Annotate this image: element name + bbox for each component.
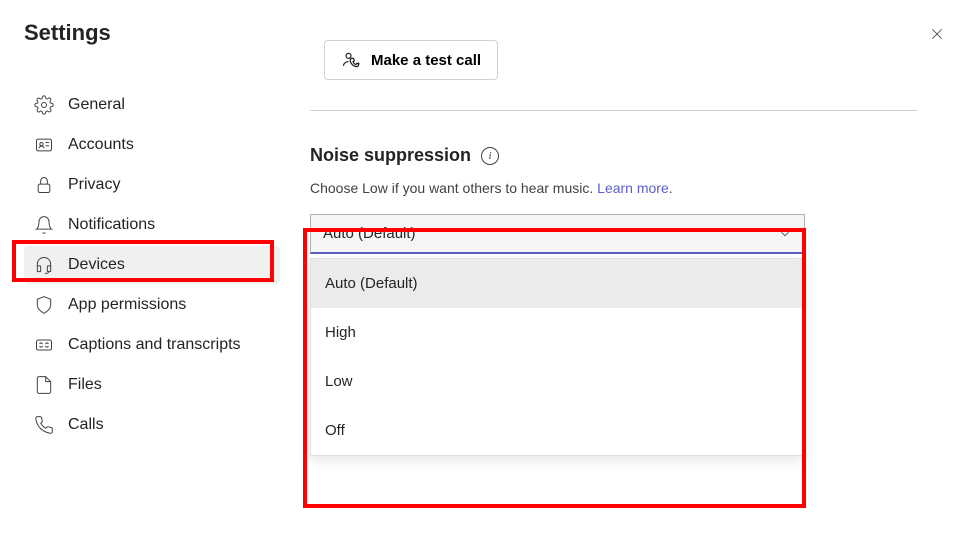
- learn-more-link[interactable]: Learn more: [597, 180, 669, 196]
- dropdown-options-list: Auto (Default) High Low Off: [310, 258, 805, 456]
- sidebar-item-label: Privacy: [68, 176, 120, 194]
- sidebar-item-accounts[interactable]: Accounts: [24, 126, 280, 164]
- sidebar-item-captions[interactable]: Captions and transcripts: [24, 326, 280, 364]
- dropdown-option-auto[interactable]: Auto (Default): [311, 259, 804, 308]
- sidebar-item-label: App permissions: [68, 296, 186, 314]
- dropdown-option-high[interactable]: High: [311, 308, 804, 357]
- gear-icon: [34, 95, 54, 115]
- captions-icon: [34, 335, 54, 355]
- bell-icon: [34, 215, 54, 235]
- make-test-call-button[interactable]: Make a test call: [324, 40, 498, 80]
- lock-icon: [34, 175, 54, 195]
- sidebar-item-notifications[interactable]: Notifications: [24, 206, 280, 244]
- divider: [310, 110, 917, 111]
- sidebar-item-general[interactable]: General: [24, 86, 280, 124]
- button-label: Make a test call: [371, 52, 481, 69]
- sidebar-item-files[interactable]: Files: [24, 366, 280, 404]
- sidebar-item-label: Files: [68, 376, 102, 394]
- sidebar-item-privacy[interactable]: Privacy: [24, 166, 280, 204]
- sidebar-item-label: Accounts: [68, 136, 134, 154]
- shield-icon: [34, 295, 54, 315]
- section-description: Choose Low if you want others to hear mu…: [310, 180, 917, 196]
- noise-suppression-dropdown: Auto (Default) Auto (Default) High Low O…: [310, 214, 805, 254]
- close-icon: [929, 26, 945, 42]
- id-card-icon: [34, 135, 54, 155]
- headset-icon: [34, 255, 54, 275]
- section-title: Noise suppression: [310, 145, 471, 166]
- close-button[interactable]: [923, 20, 951, 48]
- dropdown-option-off[interactable]: Off: [311, 406, 804, 455]
- sidebar-item-app-permissions[interactable]: App permissions: [24, 286, 280, 324]
- settings-sidebar: Settings General Accounts Privacy Notifi…: [0, 0, 280, 546]
- sidebar-item-label: Notifications: [68, 216, 155, 234]
- dropdown-select[interactable]: Auto (Default): [310, 214, 805, 254]
- page-title: Settings: [24, 20, 280, 46]
- call-user-icon: [341, 50, 361, 70]
- sidebar-item-devices[interactable]: Devices: [24, 246, 280, 284]
- sidebar-item-calls[interactable]: Calls: [24, 406, 280, 444]
- phone-icon: [34, 415, 54, 435]
- sidebar-item-label: Calls: [68, 416, 104, 434]
- chevron-down-icon: [778, 227, 792, 241]
- file-icon: [34, 375, 54, 395]
- info-icon[interactable]: i: [481, 147, 499, 165]
- dropdown-option-low[interactable]: Low: [311, 357, 804, 406]
- main-content: Make a test call Noise suppression i Cho…: [280, 0, 977, 546]
- sidebar-item-label: General: [68, 96, 125, 114]
- dropdown-value: Auto (Default): [323, 225, 416, 242]
- sidebar-item-label: Captions and transcripts: [68, 336, 241, 354]
- sidebar-item-label: Devices: [68, 256, 125, 274]
